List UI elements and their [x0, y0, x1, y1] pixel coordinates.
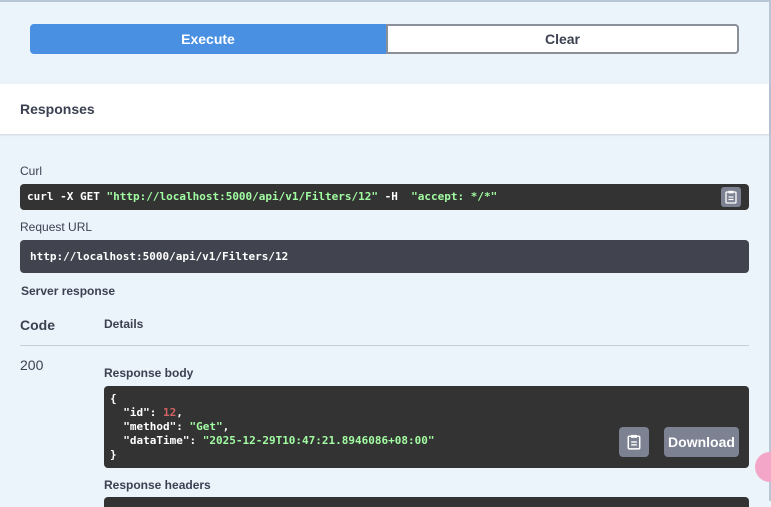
request-url: http://localhost:5000/api/v1/Filters/12 [30, 250, 289, 263]
json-close: } [110, 448, 117, 461]
copy-curl-button[interactable] [721, 187, 741, 207]
request-url-label: Request URL [20, 220, 93, 234]
execute-wrapper: Execute Clear [30, 24, 739, 54]
curl-command: curl -X GET "http://localhost:5000/api/v… [27, 190, 497, 203]
response-headers-label: Response headers [104, 478, 211, 492]
execute-button[interactable]: Execute [30, 24, 386, 54]
request-url-box[interactable]: http://localhost:5000/api/v1/Filters/12 [20, 240, 749, 273]
server-response-label: Server response [21, 284, 116, 298]
curl-flag: -H [378, 190, 412, 203]
curl-label: Curl [20, 164, 43, 178]
floating-widget[interactable] [755, 452, 771, 482]
response-body-box[interactable]: { "id": 12, "method": "Get", "dataTime":… [104, 386, 749, 468]
responses-title: Responses [20, 101, 95, 117]
code-column-header: Code [20, 317, 55, 333]
response-body-json: { "id": 12, "method": "Get", "dataTime":… [110, 392, 435, 461]
json-method-value: "Get" [189, 420, 223, 433]
download-button[interactable]: Download [664, 427, 739, 457]
curl-url: "http://localhost:5000/api/v1/Filters/12… [106, 190, 379, 203]
clipboard-icon [725, 190, 737, 204]
copy-body-button[interactable] [619, 427, 649, 457]
json-datatime-key: "dataTime": [110, 434, 203, 447]
top-border [0, 0, 771, 2]
curl-header: "accept: */*" [411, 190, 498, 203]
details-column-header: Details [104, 317, 144, 331]
responses-header: Responses [0, 84, 769, 134]
response-body-label: Response body [104, 366, 194, 380]
response-headers-box [104, 497, 749, 507]
table-divider [20, 345, 749, 346]
json-method-key: "method": [110, 420, 190, 433]
json-id-key: "id": [110, 406, 163, 419]
response-code: 200 [20, 357, 44, 373]
json-datatime-value: "2025-12-29T10:47:21.8946086+08:00" [202, 434, 435, 447]
json-id-value: 12 [162, 406, 177, 419]
curl-command-box[interactable]: curl -X GET "http://localhost:5000/api/v… [20, 184, 749, 210]
json-open: { [110, 392, 117, 405]
clear-button[interactable]: Clear [386, 24, 739, 54]
clipboard-icon [627, 434, 641, 450]
curl-prefix: curl -X GET [27, 190, 107, 203]
